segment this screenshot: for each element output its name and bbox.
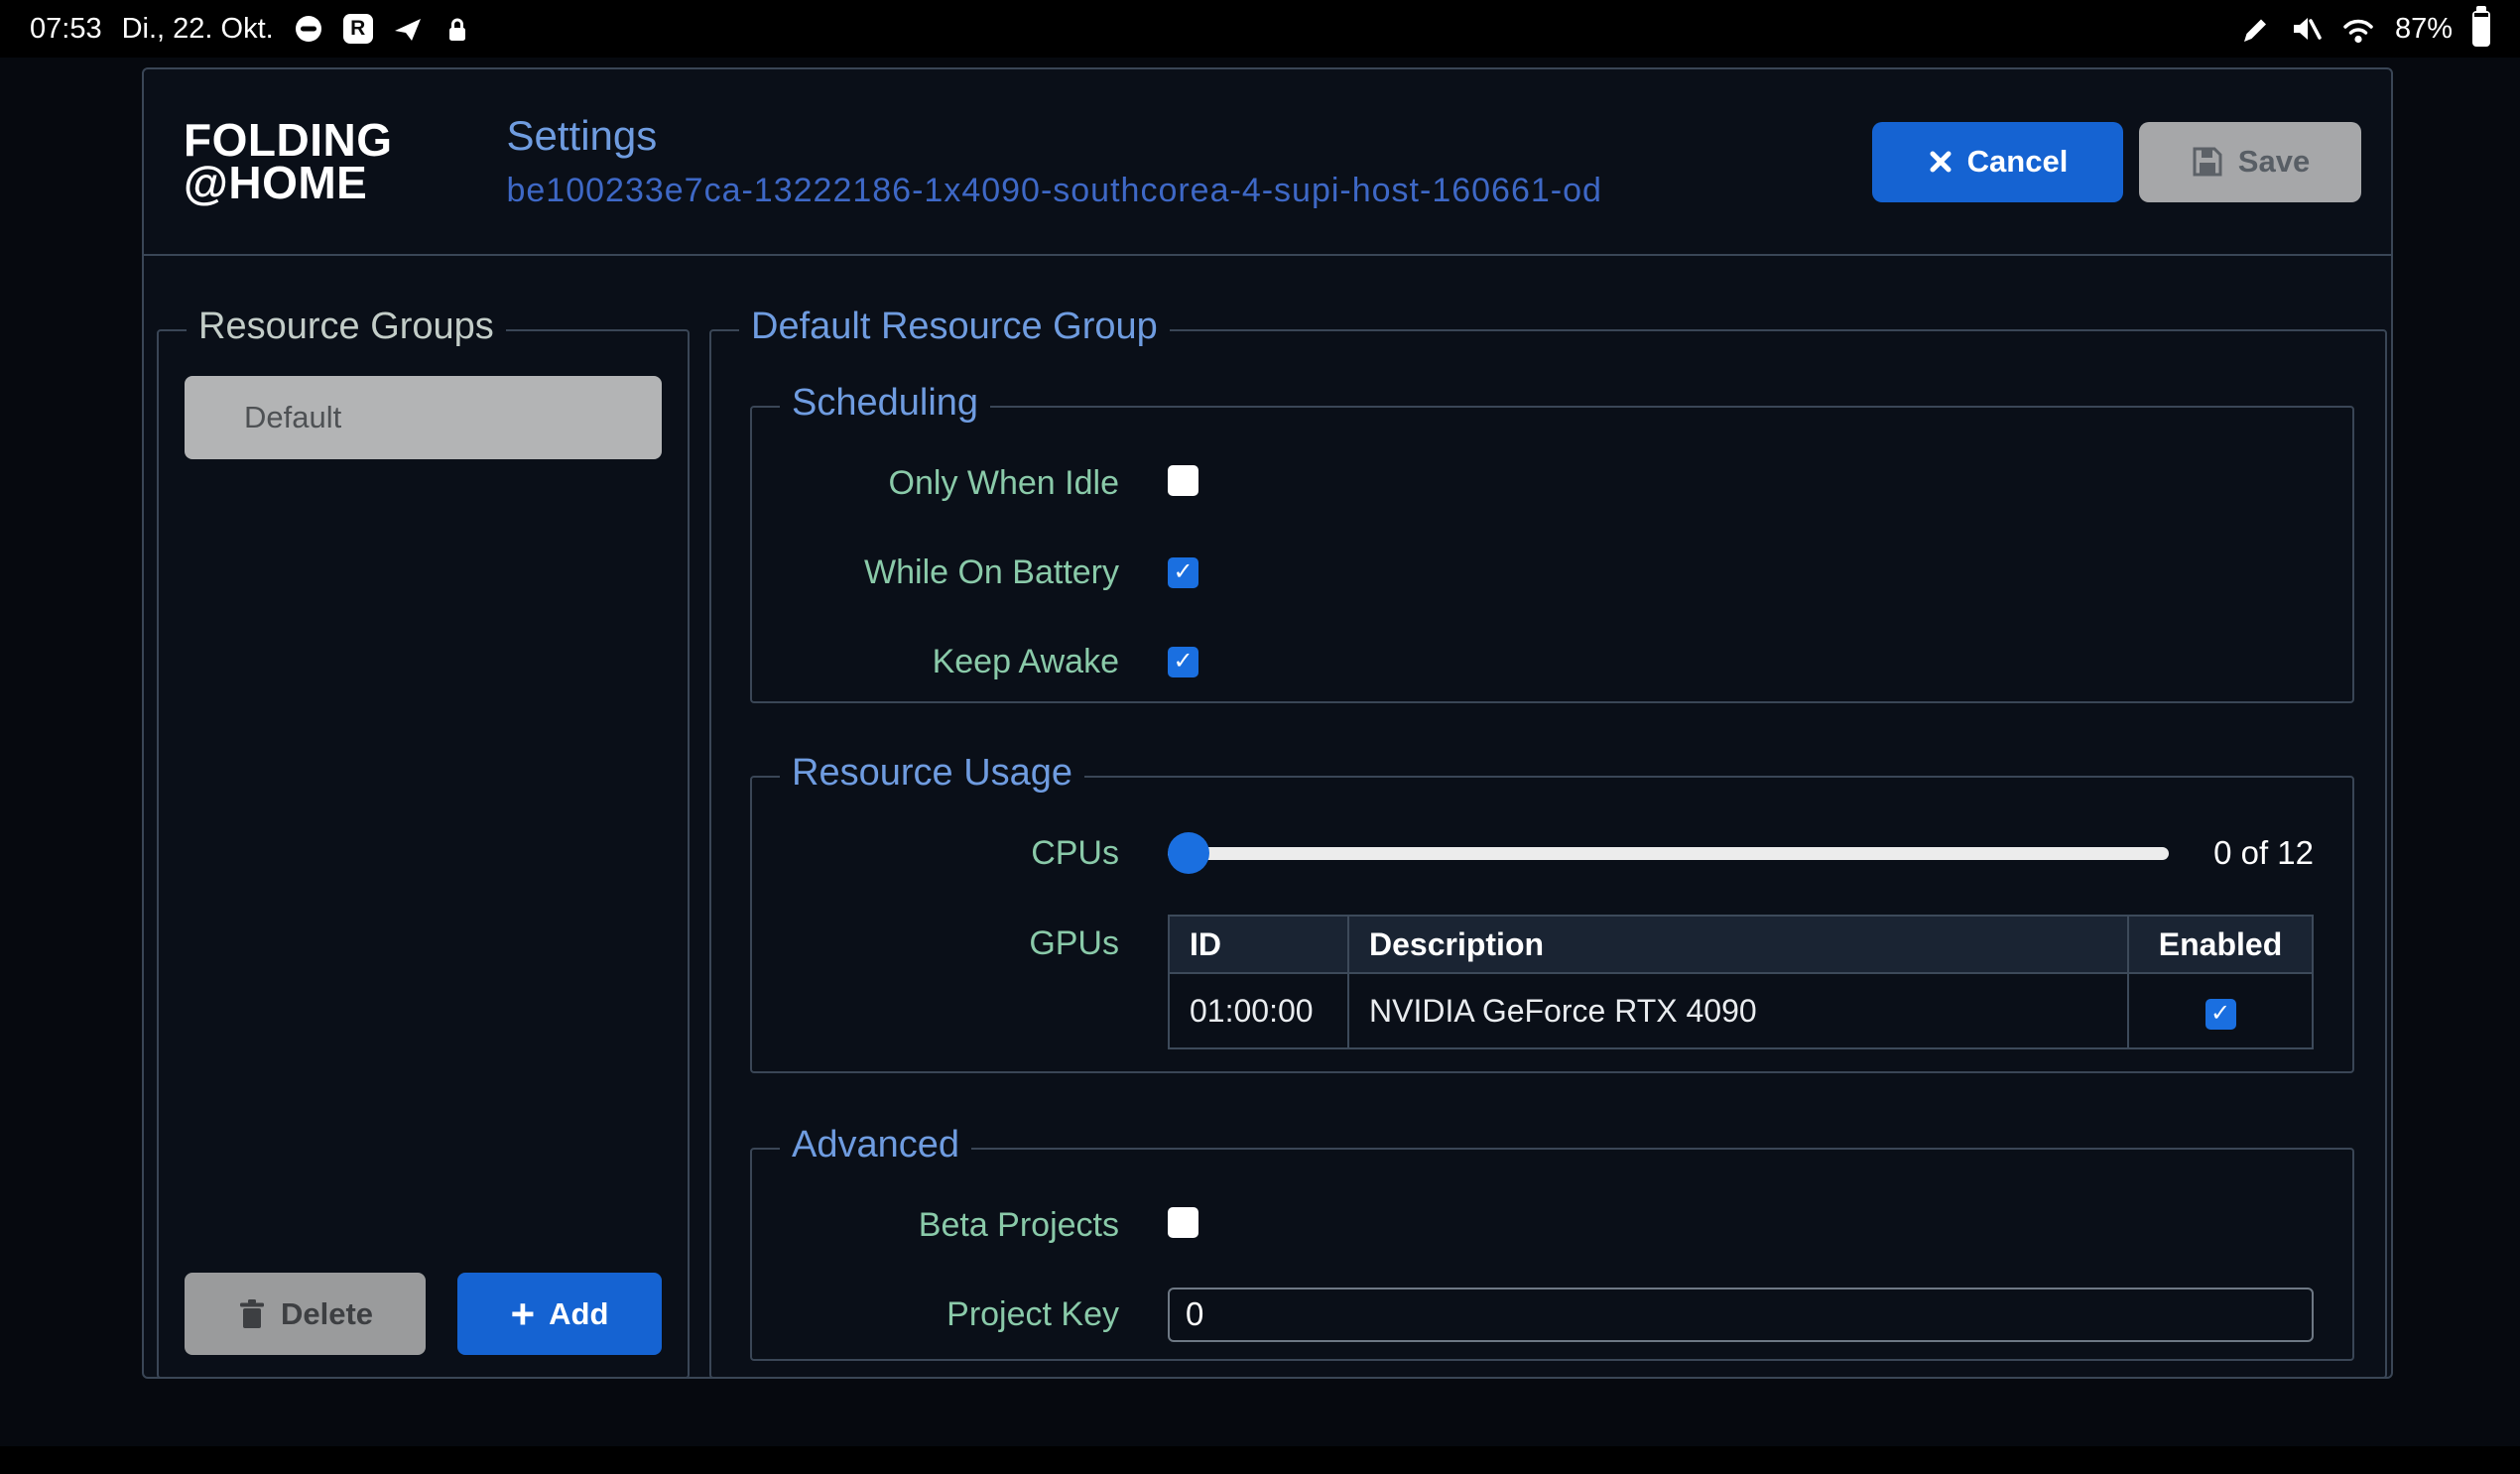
notification-r-icon: R (343, 14, 373, 44)
project-key-row: Project Key (752, 1287, 2314, 1342)
resource-groups-legend: Resource Groups (187, 306, 506, 348)
logo-line2: @HOME (184, 162, 392, 204)
do-not-disturb-icon (294, 14, 323, 44)
advanced-section: Advanced Beta Projects Project Key (750, 1148, 2354, 1361)
default-resource-group-section: Default Resource Group Scheduling Only W… (709, 329, 2387, 1379)
page-background: FOLDING @HOME Settings be100233e7ca-1322… (0, 58, 2520, 1446)
save-label: Save (2238, 144, 2310, 180)
while-on-battery-checkbox[interactable] (1168, 557, 1198, 588)
app-header: FOLDING @HOME Settings be100233e7ca-1322… (144, 69, 2391, 256)
only-when-idle-row: Only When Idle (752, 455, 2314, 511)
cpus-label: CPUs (752, 834, 1119, 873)
keep-awake-checkbox[interactable] (1168, 647, 1198, 677)
gpu-table: ID Description Enabled 01:00:00 NVIDIA G… (1168, 915, 2314, 1049)
resource-group-default-button[interactable]: Default (185, 376, 662, 459)
project-key-input[interactable] (1168, 1288, 2314, 1342)
stylus-icon (2240, 14, 2270, 44)
status-bar-right: 87% (2240, 11, 2490, 47)
cpus-slider-thumb[interactable] (1168, 832, 1209, 874)
gpu-enabled-checkbox[interactable] (2205, 999, 2236, 1030)
status-time: 07:53 (30, 13, 102, 46)
cancel-label: Cancel (1967, 144, 2069, 180)
battery-icon (2472, 11, 2490, 47)
delete-label: Delete (281, 1296, 373, 1332)
default-resource-group-legend: Default Resource Group (739, 306, 1170, 348)
screen: 07:53 Di., 22. Okt. R 87% (0, 0, 2520, 1474)
trash-icon (237, 1298, 267, 1330)
gpu-col-id: ID (1169, 916, 1348, 973)
status-date: Di., 22. Okt. (122, 13, 274, 46)
gpu-table-header-row: ID Description Enabled (1169, 916, 2313, 973)
logo-line1: FOLDING (184, 119, 392, 162)
settings-card: FOLDING @HOME Settings be100233e7ca-1322… (142, 67, 2393, 1379)
cancel-x-icon (1928, 149, 1953, 175)
add-label: Add (549, 1296, 608, 1332)
hotspot-icon (442, 14, 472, 44)
status-bar-left: 07:53 Di., 22. Okt. R (30, 13, 472, 46)
title-block: Settings be100233e7ca-13222186-1x4090-so… (506, 113, 1601, 209)
cpus-row: CPUs 0 of 12 (752, 825, 2314, 881)
project-key-label: Project Key (752, 1295, 1119, 1334)
resource-usage-legend: Resource Usage (780, 752, 1084, 795)
resource-groups-section: Resource Groups Default Delete + Add (157, 329, 690, 1379)
card-body: Resource Groups Default Delete + Add (144, 256, 2391, 1381)
plus-icon: + (511, 1293, 536, 1335)
cancel-button[interactable]: Cancel (1872, 122, 2123, 202)
data-transfer-icon (393, 14, 423, 44)
gpu-col-description: Description (1348, 916, 2128, 973)
gpus-row: GPUs ID Description Enabled (752, 915, 2314, 1049)
keep-awake-row: Keep Awake (752, 634, 2314, 689)
gesture-nav-strip (0, 1446, 2520, 1474)
cpus-value: 0 of 12 (2195, 834, 2314, 872)
gpu-table-row: 01:00:00 NVIDIA GeForce RTX 4090 (1169, 973, 2313, 1048)
cpus-slider[interactable] (1168, 832, 2169, 874)
scheduling-legend: Scheduling (780, 382, 990, 425)
keep-awake-label: Keep Awake (752, 643, 1119, 681)
gpu-col-enabled: Enabled (2128, 916, 2313, 973)
gpu-description-cell: NVIDIA GeForce RTX 4090 (1348, 973, 2128, 1048)
resource-group-actions: Delete + Add (185, 1273, 662, 1355)
status-bar: 07:53 Di., 22. Okt. R 87% (0, 0, 2520, 58)
add-group-button[interactable]: + Add (457, 1273, 662, 1355)
machine-name: be100233e7ca-13222186-1x4090-southcorea-… (506, 172, 1601, 210)
only-when-idle-label: Only When Idle (752, 464, 1119, 503)
cpus-slider-wrap: 0 of 12 (1168, 832, 2314, 874)
save-floppy-icon (2191, 145, 2224, 179)
battery-percent: 87% (2395, 13, 2453, 46)
resource-usage-section: Resource Usage CPUs 0 of 12 (750, 776, 2354, 1073)
mute-icon (2290, 13, 2322, 45)
scheduling-section: Scheduling Only When Idle While On Batte… (750, 406, 2354, 703)
folding-at-home-logo: FOLDING @HOME (184, 119, 392, 204)
page-title: Settings (506, 113, 1601, 159)
header-actions: Cancel Save (1872, 122, 2361, 202)
advanced-legend: Advanced (780, 1124, 971, 1167)
gpu-id-cell: 01:00:00 (1169, 973, 1348, 1048)
while-on-battery-label: While On Battery (752, 553, 1119, 592)
beta-projects-row: Beta Projects (752, 1197, 2314, 1253)
gpus-label: GPUs (752, 915, 1119, 972)
gpu-enabled-cell (2128, 973, 2313, 1048)
only-when-idle-checkbox[interactable] (1168, 465, 1198, 496)
delete-group-button[interactable]: Delete (185, 1273, 426, 1355)
while-on-battery-row: While On Battery (752, 545, 2314, 600)
cpus-slider-track[interactable] (1168, 847, 2169, 860)
beta-projects-label: Beta Projects (752, 1206, 1119, 1245)
save-button[interactable]: Save (2139, 122, 2361, 202)
wifi-icon (2341, 14, 2375, 44)
beta-projects-checkbox[interactable] (1168, 1207, 1198, 1238)
